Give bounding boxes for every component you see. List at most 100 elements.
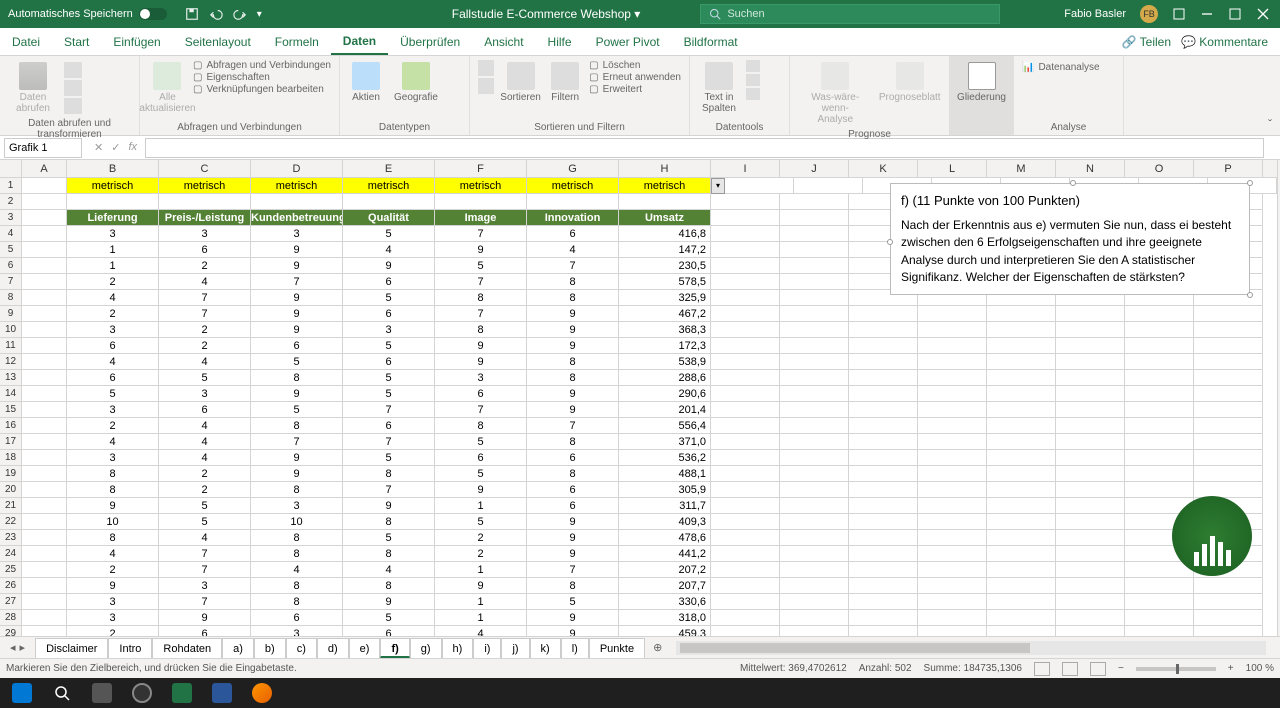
cell[interactable]: 9 (67, 498, 159, 514)
row-header[interactable]: 17 (0, 434, 21, 450)
cell[interactable] (780, 578, 849, 594)
search-taskbar-button[interactable] (44, 679, 80, 707)
cell[interactable] (987, 306, 1056, 322)
cell[interactable] (711, 274, 780, 290)
cell[interactable] (711, 434, 780, 450)
formula-input[interactable] (145, 138, 1264, 158)
cell[interactable] (780, 514, 849, 530)
cell[interactable] (1125, 482, 1194, 498)
cell[interactable] (780, 194, 849, 210)
undo-icon[interactable] (209, 7, 223, 21)
cell[interactable] (849, 434, 918, 450)
sheet-tab[interactable]: a) (222, 638, 254, 658)
cell[interactable] (1125, 466, 1194, 482)
what-if-button[interactable]: Was-wäre-wenn- Analyse (798, 60, 872, 127)
cell[interactable] (22, 402, 67, 418)
cell[interactable] (849, 626, 918, 636)
cell[interactable]: 290,6 (619, 386, 711, 402)
properties-button[interactable]: ▢ Eigenschaften (193, 72, 331, 83)
cell[interactable]: 9 (251, 450, 343, 466)
cell[interactable]: 7 (159, 306, 251, 322)
row-header[interactable]: 11 (0, 338, 21, 354)
cell[interactable]: 7 (159, 562, 251, 578)
row-header[interactable]: 20 (0, 482, 21, 498)
firefox-taskbar-button[interactable] (244, 679, 280, 707)
cell[interactable] (1194, 402, 1263, 418)
cell[interactable] (849, 338, 918, 354)
cell[interactable] (711, 258, 780, 274)
user-name[interactable]: Fabio Basler (1064, 8, 1126, 20)
sheet-tab[interactable]: j) (501, 638, 529, 658)
sheet-tab[interactable]: l) (561, 638, 589, 658)
cell[interactable] (780, 450, 849, 466)
save-icon[interactable] (185, 7, 199, 21)
cell[interactable]: 5 (343, 610, 435, 626)
cell[interactable]: 6 (159, 242, 251, 258)
cell[interactable] (918, 514, 987, 530)
cell[interactable]: 1 (435, 562, 527, 578)
cell[interactable]: 305,9 (619, 482, 711, 498)
remove-duplicates-icon[interactable] (746, 74, 760, 86)
row-header[interactable]: 27 (0, 594, 21, 610)
cell[interactable]: 7 (435, 226, 527, 242)
cell[interactable] (22, 482, 67, 498)
cell[interactable] (780, 338, 849, 354)
cell[interactable] (780, 322, 849, 338)
column-header-P[interactable]: P (1194, 160, 1263, 177)
sheet-tab[interactable]: e) (349, 638, 381, 658)
cell[interactable] (22, 626, 67, 636)
clear-filter-button[interactable]: ▢ Löschen (589, 60, 681, 71)
cell[interactable] (1125, 594, 1194, 610)
cell[interactable] (1194, 466, 1263, 482)
cell[interactable] (1056, 338, 1125, 354)
cell[interactable]: 5 (343, 450, 435, 466)
row-header[interactable]: 21 (0, 498, 21, 514)
cell[interactable]: 9 (251, 466, 343, 482)
cell[interactable]: 9 (159, 610, 251, 626)
cell[interactable]: 7 (159, 290, 251, 306)
cell[interactable]: 9 (527, 626, 619, 636)
cell[interactable]: 207,2 (619, 562, 711, 578)
cell[interactable] (711, 290, 780, 306)
cell[interactable] (1056, 450, 1125, 466)
row-header[interactable]: 28 (0, 610, 21, 626)
cell[interactable] (987, 594, 1056, 610)
cell[interactable] (849, 578, 918, 594)
cell[interactable]: 8 (251, 482, 343, 498)
tab-einfügen[interactable]: Einfügen (101, 28, 172, 55)
cell[interactable] (1125, 450, 1194, 466)
sheet-tab[interactable]: d) (317, 638, 349, 658)
cell[interactable]: 288,6 (619, 370, 711, 386)
cell[interactable] (918, 594, 987, 610)
collapse-ribbon-icon[interactable]: ˇ (1268, 117, 1272, 131)
cell[interactable]: 441,2 (619, 546, 711, 562)
cell[interactable] (1056, 594, 1125, 610)
cell[interactable] (22, 530, 67, 546)
cancel-formula-icon[interactable]: ✕ (94, 141, 103, 154)
cell[interactable] (1125, 434, 1194, 450)
cell[interactable]: 9 (343, 594, 435, 610)
cell[interactable] (849, 546, 918, 562)
cell[interactable]: 1 (435, 610, 527, 626)
cell[interactable] (22, 450, 67, 466)
cell[interactable] (1125, 578, 1194, 594)
cell[interactable]: 6 (527, 482, 619, 498)
cell[interactable] (711, 386, 780, 402)
cell[interactable]: 4 (67, 290, 159, 306)
cell[interactable] (711, 370, 780, 386)
cell[interactable] (987, 450, 1056, 466)
row-header[interactable]: 6 (0, 258, 21, 274)
cell[interactable]: 7 (527, 562, 619, 578)
minimize-icon[interactable] (1200, 7, 1214, 21)
cell[interactable]: 536,2 (619, 450, 711, 466)
cell[interactable] (1194, 306, 1263, 322)
cell[interactable]: 6 (343, 274, 435, 290)
cell[interactable] (1056, 562, 1125, 578)
cell[interactable]: 5 (159, 514, 251, 530)
row-header[interactable]: 1 (0, 178, 21, 194)
cell[interactable]: 4 (159, 418, 251, 434)
cell[interactable]: 9 (435, 578, 527, 594)
cell[interactable]: 2 (159, 338, 251, 354)
cell[interactable] (780, 370, 849, 386)
flash-fill-icon[interactable] (746, 60, 760, 72)
